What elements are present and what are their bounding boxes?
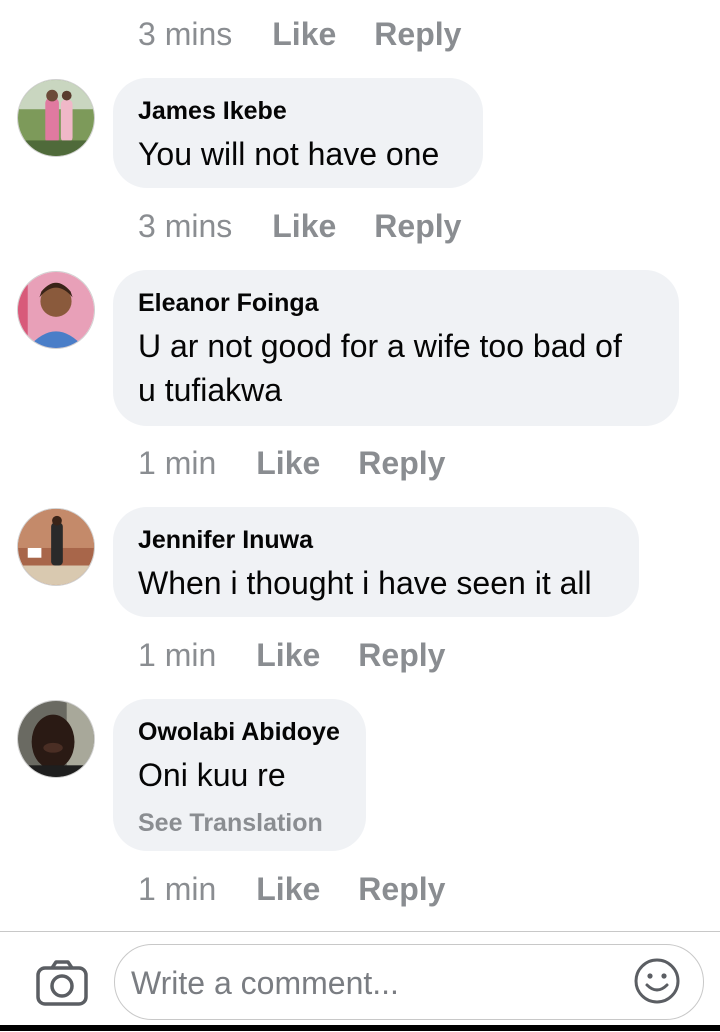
- avatar[interactable]: [17, 700, 95, 778]
- system-bar: [0, 1025, 720, 1031]
- like-button[interactable]: Like: [272, 208, 336, 245]
- camera-icon[interactable]: [36, 960, 88, 1006]
- comment-text: U ar not good for a wife too bad of u tu…: [138, 324, 653, 412]
- reply-button[interactable]: Reply: [374, 208, 461, 245]
- comment-input[interactable]: [129, 955, 633, 1011]
- comment-time: 3 mins: [138, 207, 233, 244]
- comment-meta: 1 min Like Reply: [138, 635, 483, 675]
- reply-button[interactable]: Reply: [358, 637, 445, 674]
- comment-author[interactable]: Jennifer Inuwa: [138, 525, 613, 555]
- avatar[interactable]: [17, 508, 95, 586]
- comment-text: Oni kuu re: [138, 757, 286, 793]
- comment-meta: 3 mins Like Reply: [138, 206, 499, 246]
- like-button[interactable]: Like: [256, 637, 320, 674]
- like-button[interactable]: Like: [272, 16, 336, 53]
- comment-time: 3 mins: [138, 15, 233, 52]
- avatar[interactable]: [17, 271, 95, 349]
- comment-author[interactable]: Owolabi Abidoye: [138, 717, 340, 747]
- comment-time: 1 min: [138, 444, 217, 481]
- comment-composer: [0, 931, 720, 1032]
- see-translation-link[interactable]: See Translation: [138, 809, 340, 838]
- comment-text: When i thought i have seen it all: [138, 565, 592, 601]
- reply-button[interactable]: Reply: [374, 16, 461, 53]
- like-button[interactable]: Like: [256, 871, 320, 908]
- avatar-image: [18, 80, 94, 156]
- comment-text-line: u tufiakwa: [138, 372, 283, 408]
- comment-text-line: U ar not good for a wife too bad of: [138, 328, 622, 364]
- reply-button[interactable]: Reply: [358, 871, 445, 908]
- avatar-image: [18, 701, 94, 777]
- comment-meta: 1 min Like Reply: [138, 869, 483, 909]
- comment-author[interactable]: James Ikebe: [138, 96, 457, 126]
- comment-bubble: James Ikebe You will not have one: [113, 78, 483, 188]
- comment-meta: 1 min Like Reply: [138, 443, 483, 483]
- reply-button[interactable]: Reply: [358, 445, 445, 482]
- comment-meta: 3 mins Like Reply: [138, 14, 499, 54]
- avatar[interactable]: [17, 79, 95, 157]
- comment-text: You will not have one: [138, 136, 440, 172]
- avatar-image: [18, 272, 94, 348]
- comment-author[interactable]: Eleanor Foinga: [138, 288, 653, 318]
- comment-bubble: Eleanor Foinga U ar not good for a wife …: [113, 270, 679, 426]
- comment-bubble: Owolabi Abidoye Oni kuu re See Translati…: [113, 699, 366, 851]
- comment-bubble: Jennifer Inuwa When i thought i have see…: [113, 507, 639, 617]
- comment-time: 1 min: [138, 870, 217, 907]
- comment-time: 1 min: [138, 636, 217, 673]
- avatar-image: [18, 509, 94, 585]
- emoji-icon[interactable]: [633, 957, 681, 1005]
- like-button[interactable]: Like: [256, 445, 320, 482]
- comment-input-container: [114, 944, 704, 1020]
